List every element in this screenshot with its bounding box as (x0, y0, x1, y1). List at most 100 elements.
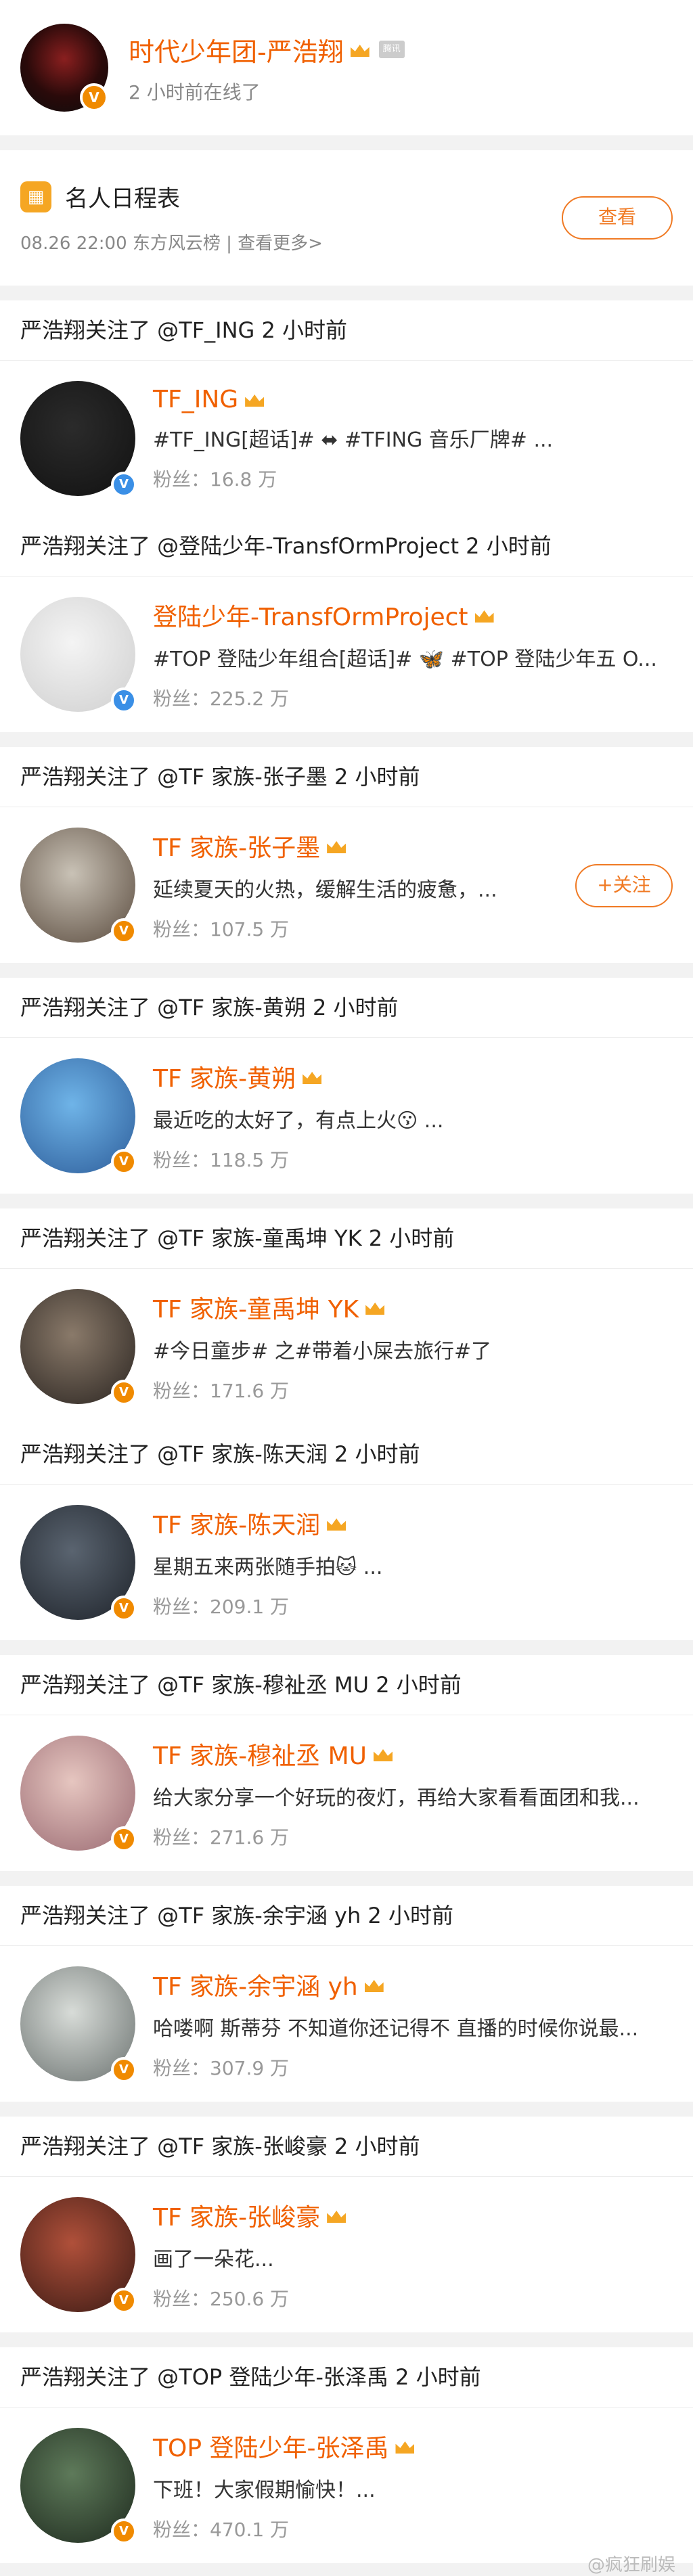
follow-card: 严浩翔关注了 @TOP 登陆少年-张泽禹 2 小时前 V TOP 登陆少年-张泽禹下… (0, 2347, 693, 2563)
user-avatar[interactable]: V (20, 597, 137, 713)
follow-card: 严浩翔关注了 @TF_ING 2 小时前 V TF_ING #TF_ING[超话]# … (0, 300, 693, 732)
profile-avatar[interactable]: V (20, 24, 108, 112)
verified-badge-icon: V (111, 687, 137, 713)
user-name[interactable]: TF 家族-余宇涵 yh (153, 1967, 358, 2002)
follow-header[interactable]: 严浩翔关注了 @TF 家族-余宇涵 yh 2 小时前 (0, 1886, 693, 1946)
user-avatar[interactable]: V (20, 1736, 137, 1852)
user-name[interactable]: TF 家族-陈天润 (153, 1506, 320, 1541)
user-item[interactable]: V TF 家族-黄朔最近吃的太好了，有点上火😗 ... 粉丝：118.5 万 (0, 1038, 693, 1194)
crown-icon (242, 389, 267, 409)
follow-header[interactable]: 严浩翔关注了 @TF 家族-穆祉丞 MU 2 小时前 (0, 1655, 693, 1715)
follow-header[interactable]: 严浩翔关注了 @TOP 登陆少年-张泽禹 2 小时前 (0, 2347, 693, 2408)
fans-count: 粉丝：118.5 万 (153, 1149, 290, 1171)
user-name[interactable]: TF 家族-童禹坤 YK (153, 1290, 359, 1325)
user-item[interactable]: V TF 家族-陈天润星期五来两张随手拍🐱 ... 粉丝：209.1 万 (0, 1485, 693, 1640)
vip-label: 腾讯 (378, 41, 405, 58)
profile-name[interactable]: 时代少年团-严浩翔 (129, 31, 344, 68)
verified-badge-icon: V (111, 1380, 137, 1405)
verified-badge-icon: V (111, 918, 137, 944)
verified-badge-icon: V (111, 2518, 137, 2544)
crown-icon (362, 1974, 386, 1995)
user-avatar[interactable]: V (20, 381, 137, 497)
fans-count: 粉丝：107.5 万 (153, 918, 290, 941)
user-name[interactable]: 登陆少年-TransfOrmProject (153, 597, 468, 633)
user-item[interactable]: V TF 家族-余宇涵 yh 哈喽啊 斯蒂芬 不知道你还记得不 直播的时候你说最..… (0, 1946, 693, 2102)
follow-card: 严浩翔关注了 @TF 家族-童禹坤 YK 2 小时前 V TF 家族-童禹坤 YK #… (0, 1208, 693, 1640)
user-item[interactable]: V TF 家族-张子墨延续夏天的火热，缓解生活的疲惫，... 粉丝：107.5 万 +… (0, 807, 693, 963)
user-avatar[interactable]: V (20, 2197, 137, 2313)
follow-card: 严浩翔关注了 @TF 家族-张子墨 2 小时前 V TF 家族-张子墨延续夏天的火热… (0, 747, 693, 963)
view-button[interactable]: 查看 (562, 196, 673, 240)
fans-count: 粉丝：307.9 万 (153, 2057, 290, 2079)
crown-icon (324, 2205, 349, 2225)
fans-count: 粉丝：225.2 万 (153, 687, 290, 710)
user-name[interactable]: TF 家族-张子墨 (153, 828, 320, 863)
user-item[interactable]: V TF 家族-张峻豪画了一朵花... 粉丝：250.6 万 (0, 2177, 693, 2332)
schedule-card[interactable]: ▦ 名人日程表 08.26 22:00 东方风云榜 | 查看更多> 查看 (0, 150, 693, 286)
verified-badge-icon: V (111, 2288, 137, 2313)
user-name[interactable]: TF_ING (153, 386, 238, 413)
user-description: #TF_ING[超话]# ⬌ #TFING 音乐厂牌# ... (153, 428, 554, 452)
verified-badge-icon: V (111, 472, 137, 497)
user-description: 最近吃的太好了，有点上火😗 ... (153, 1109, 444, 1133)
follow-header[interactable]: 严浩翔关注了 @TF 家族-黄朔 2 小时前 (0, 978, 693, 1038)
follow-header[interactable]: 严浩翔关注了 @TF 家族-童禹坤 YK 2 小时前 (0, 1208, 693, 1269)
user-avatar[interactable]: V (20, 1058, 137, 1175)
fans-count: 粉丝：16.8 万 (153, 468, 277, 491)
user-name[interactable]: TF 家族-黄朔 (153, 1059, 296, 1094)
user-description: 给大家分享一个好玩的夜灯，再给大家看看面团和我... (153, 1786, 640, 1810)
user-description: 哈喽啊 斯蒂芬 不知道你还记得不 直播的时候你说最... (153, 2017, 639, 2041)
follow-card: 严浩翔关注了 @TF 家族-张峻豪 2 小时前 V TF 家族-张峻豪画了一朵花..… (0, 2117, 693, 2332)
follow-card: 严浩翔关注了 @TF 家族-穆祉丞 MU 2 小时前 V TF 家族-穆祉丞 MU 给… (0, 1655, 693, 1871)
follow-header[interactable]: 严浩翔关注了 @TF 家族-张峻豪 2 小时前 (0, 2117, 693, 2177)
user-item[interactable]: V TF 家族-穆祉丞 MU 给大家分享一个好玩的夜灯，再给大家看看面团和我... 粉… (0, 1715, 693, 1871)
user-avatar[interactable]: V (20, 1289, 137, 1405)
crown-icon (324, 1513, 349, 1533)
user-name[interactable]: TF 家族-张峻豪 (153, 2198, 320, 2233)
crown-icon (324, 836, 349, 856)
user-item[interactable]: V TF 家族-童禹坤 YK #今日童步# 之#带着小屎去旅行#了 粉丝：171.6 … (0, 1269, 693, 1424)
fans-count: 粉丝：171.6 万 (153, 1380, 290, 1402)
user-name[interactable]: TF 家族-穆祉丞 MU (153, 1736, 367, 1771)
follow-header[interactable]: 严浩翔关注了 @TF_ING 2 小时前 (0, 300, 693, 361)
profile-card[interactable]: V 时代少年团-严浩翔 腾讯 2 小时前在线了 (0, 0, 693, 135)
verified-badge-icon: V (80, 83, 108, 112)
crown-icon (300, 1066, 324, 1087)
crown-icon (371, 1744, 395, 1764)
user-description: 下班！大家假期愉快！... (153, 2479, 376, 2502)
fans-count: 粉丝：250.6 万 (153, 2288, 290, 2310)
user-item[interactable]: V TOP 登陆少年-张泽禹 下班！大家假期愉快！... 粉丝：470.1 万 (0, 2408, 693, 2563)
crown-icon (363, 1297, 387, 1317)
verified-badge-icon: V (111, 2057, 137, 2083)
watermark: @疯狂刷娱 (587, 2555, 675, 2575)
user-avatar[interactable]: V (20, 1505, 137, 1621)
calendar-icon: ▦ (20, 181, 51, 212)
follow-card: 严浩翔关注了 @TF 家族-黄朔 2 小时前 V TF 家族-黄朔最近吃的太好了，有… (0, 978, 693, 1194)
schedule-title: 名人日程表 (65, 185, 180, 212)
verified-badge-icon: V (111, 1826, 137, 1852)
follow-header[interactable]: 严浩翔关注了 @TF 家族-陈天润 2 小时前 (0, 1424, 693, 1485)
follow-button[interactable]: +关注 (575, 864, 673, 907)
crown-icon (393, 2436, 417, 2456)
follow-header[interactable]: 严浩翔关注了 @TF 家族-张子墨 2 小时前 (0, 747, 693, 807)
follow-card: 严浩翔关注了 @TF 家族-余宇涵 yh 2 小时前 V TF 家族-余宇涵 yh 哈… (0, 1886, 693, 2102)
crown-icon (472, 605, 497, 625)
crown-icon (348, 39, 372, 60)
fans-count: 粉丝：271.6 万 (153, 1826, 290, 1849)
user-description: 画了一朵花... (153, 2248, 274, 2272)
follow-header[interactable]: 严浩翔关注了 @登陆少年-TransfOrmProject 2 小时前 (0, 516, 693, 577)
user-avatar[interactable]: V (20, 828, 137, 944)
user-description: 星期五来两张随手拍🐱 ... (153, 1556, 383, 1579)
follow-list: 严浩翔关注了 @TF_ING 2 小时前 V TF_ING #TF_ING[超话]# … (0, 286, 693, 2563)
fans-count: 粉丝：209.1 万 (153, 1596, 290, 1618)
user-avatar[interactable]: V (20, 1966, 137, 2083)
user-item[interactable]: V TF_ING #TF_ING[超话]# ⬌ #TFING 音乐厂牌# ... 粉丝… (0, 361, 693, 516)
user-description: #TOP 登陆少年组合[超话]# 🦋 #TOP 登陆少年五 O... (153, 648, 657, 671)
user-description: #今日童步# 之#带着小屎去旅行#了 (153, 1340, 492, 1363)
user-avatar[interactable]: V (20, 2428, 137, 2544)
verified-badge-icon: V (111, 1596, 137, 1621)
user-description: 延续夏天的火热，缓解生活的疲惫，... (153, 878, 497, 902)
verified-badge-icon: V (111, 1149, 137, 1175)
user-item[interactable]: V 登陆少年-TransfOrmProject #TOP 登陆少年组合[超话]# 🦋… (0, 577, 693, 732)
user-name[interactable]: TOP 登陆少年-张泽禹 (153, 2428, 388, 2464)
